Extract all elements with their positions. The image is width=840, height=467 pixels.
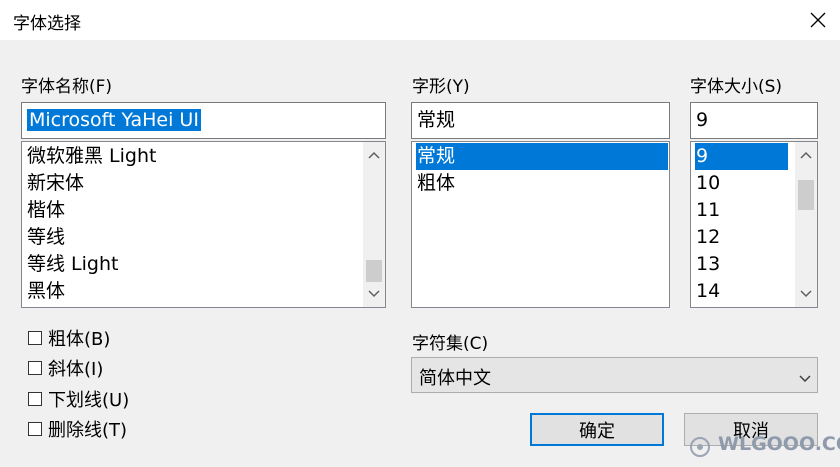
list-item-selected[interactable]: 常规 xyxy=(416,143,668,170)
window-title: 字体选择 xyxy=(13,14,81,34)
scroll-thumb[interactable] xyxy=(798,180,814,210)
bold-checkbox-row[interactable]: 粗体(B) xyxy=(28,325,110,351)
close-icon[interactable] xyxy=(800,2,836,38)
font-name-scrollbar[interactable] xyxy=(363,142,385,307)
watermark: WLGOOO.COM xyxy=(686,427,840,463)
list-item[interactable]: 11 xyxy=(695,197,720,224)
font-style-input-value: 常规 xyxy=(417,109,456,131)
list-item[interactable]: 14 xyxy=(695,278,720,305)
font-style-input[interactable]: 常规 xyxy=(411,102,670,139)
bold-checkbox[interactable] xyxy=(28,331,42,345)
list-item[interactable]: 10 xyxy=(695,170,720,197)
list-item[interactable]: 粗体 xyxy=(416,170,455,197)
chevron-up-icon[interactable] xyxy=(363,144,385,166)
font-name-input-value: Microsoft YaHei UI xyxy=(27,109,201,131)
strikethrough-checkbox-row[interactable]: 删除线(T) xyxy=(28,416,127,442)
chevron-down-icon xyxy=(799,368,811,387)
font-name-list[interactable]: 微软雅黑 Light 新宋体 楷体 等线 等线 Light 黑体 xyxy=(21,141,386,308)
scroll-thumb[interactable] xyxy=(366,260,382,282)
charset-select[interactable]: 简体中文 xyxy=(411,357,818,393)
font-size-input[interactable]: 9 xyxy=(690,102,818,139)
charset-label: 字符集(C) xyxy=(412,334,489,354)
italic-checkbox-row[interactable]: 斜体(I) xyxy=(28,355,103,381)
underline-checkbox-label: 下划线(U) xyxy=(48,390,130,411)
list-item[interactable]: 新宋体 xyxy=(26,170,84,197)
list-item[interactable]: 等线 Light xyxy=(26,251,118,278)
chevron-up-icon[interactable] xyxy=(795,144,817,166)
list-item[interactable]: 等线 xyxy=(26,224,65,251)
list-item[interactable]: 黑体 xyxy=(26,278,65,305)
font-size-input-value: 9 xyxy=(696,109,709,131)
watermark-text: WLGOOO.COM xyxy=(718,433,840,455)
italic-checkbox-label: 斜体(I) xyxy=(48,359,104,380)
ok-button[interactable]: 确定 xyxy=(530,413,664,446)
list-item[interactable]: 12 xyxy=(695,224,720,251)
font-size-scrollbar[interactable] xyxy=(795,142,817,307)
strikethrough-checkbox[interactable] xyxy=(28,422,42,436)
list-item-selected[interactable]: 9 xyxy=(695,143,788,170)
list-item[interactable]: 楷体 xyxy=(26,197,65,224)
strikethrough-checkbox-label: 删除线(T) xyxy=(48,420,128,441)
list-item[interactable]: 13 xyxy=(695,251,720,278)
font-size-list[interactable]: 9 10 11 12 13 14 xyxy=(690,141,818,308)
chevron-down-icon[interactable] xyxy=(363,283,385,305)
font-name-label: 字体名称(F) xyxy=(21,77,113,97)
charset-select-value: 简体中文 xyxy=(419,368,491,389)
underline-checkbox-row[interactable]: 下划线(U) xyxy=(28,386,129,412)
underline-checkbox[interactable] xyxy=(28,392,42,406)
title-bar[interactable]: 字体选择 xyxy=(0,0,840,40)
font-size-label: 字体大小(S) xyxy=(690,77,783,97)
list-item[interactable]: 微软雅黑 Light xyxy=(26,143,156,170)
font-style-label: 字形(Y) xyxy=(412,77,470,97)
bold-checkbox-label: 粗体(B) xyxy=(48,329,111,350)
chevron-down-icon[interactable] xyxy=(795,283,817,305)
italic-checkbox[interactable] xyxy=(28,361,42,375)
font-style-list[interactable]: 常规 粗体 xyxy=(411,141,670,308)
font-name-input[interactable]: Microsoft YaHei UI xyxy=(21,102,386,139)
